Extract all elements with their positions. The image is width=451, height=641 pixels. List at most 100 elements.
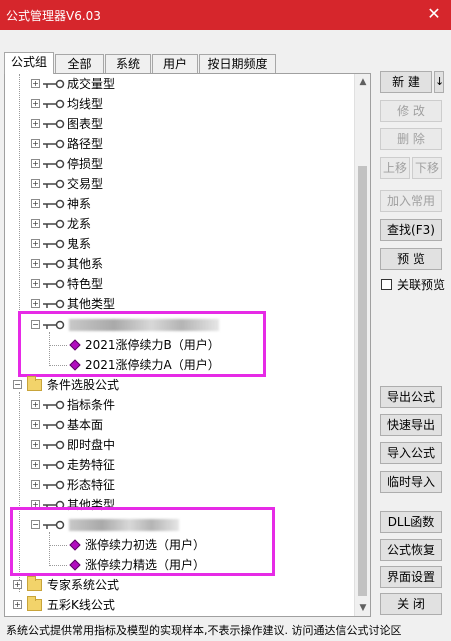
- import-formula-button[interactable]: 导入公式: [380, 442, 442, 464]
- status-bar: 系统公式提供常用指标及模型的实现样本,不表示操作建议. 访问通达信公式讨论区: [6, 624, 402, 637]
- tree-item-label: 特色型: [67, 277, 104, 291]
- move-up-button[interactable]: 上移: [380, 157, 410, 179]
- move-down-button[interactable]: 下移: [412, 157, 442, 179]
- key-icon: [43, 219, 65, 229]
- expand-icon[interactable]: +: [31, 239, 40, 248]
- new-button[interactable]: 新 建: [380, 71, 432, 93]
- title-bar: 公式管理器V6.03 ✕: [0, 0, 451, 30]
- key-icon: [43, 480, 65, 490]
- tree-item-label: 均线型: [67, 97, 104, 111]
- tree-item-label: 成交量型: [67, 77, 116, 91]
- expand-icon[interactable]: +: [31, 79, 40, 88]
- tree-item-label: 交易型: [67, 177, 104, 191]
- tree-item[interactable]: + 图表型: [5, 114, 357, 134]
- folder-icon: [27, 596, 42, 611]
- tree-item-label: 龙系: [67, 217, 92, 231]
- expand-icon[interactable]: +: [31, 159, 40, 168]
- vertical-scrollbar[interactable]: ▲ ▼: [354, 74, 370, 616]
- tree-item-label: 神系: [67, 197, 92, 211]
- scroll-thumb[interactable]: [358, 166, 367, 596]
- key-icon: [43, 420, 65, 430]
- restore-formula-button[interactable]: 公式恢复: [380, 539, 442, 561]
- tree-item[interactable]: + 走势特征: [5, 455, 357, 475]
- new-dropdown-arrow[interactable]: ↓: [434, 71, 444, 93]
- tab-formula-group[interactable]: 公式组: [4, 52, 54, 74]
- tree-item[interactable]: + 成交量型: [5, 74, 357, 94]
- expand-icon[interactable]: +: [31, 259, 40, 268]
- folder-icon: [27, 576, 42, 591]
- expand-icon[interactable]: +: [13, 600, 22, 609]
- highlight-box: [18, 311, 266, 377]
- tree-item-label: 路径型: [67, 137, 104, 151]
- tab-by-date-frequency[interactable]: 按日期频度: [199, 54, 276, 74]
- collapse-icon[interactable]: −: [13, 380, 22, 389]
- expand-icon[interactable]: +: [31, 99, 40, 108]
- expand-icon[interactable]: +: [31, 440, 40, 449]
- expand-icon[interactable]: +: [31, 119, 40, 128]
- checkbox-label: 关联预览: [397, 278, 446, 292]
- modify-button[interactable]: 修 改: [380, 100, 442, 122]
- tree-item[interactable]: + 即时盘中: [5, 435, 357, 455]
- tree-item[interactable]: + 形态特征: [5, 475, 357, 495]
- tree-item-label: 基本面: [67, 418, 104, 432]
- expand-icon[interactable]: +: [31, 219, 40, 228]
- expand-icon[interactable]: +: [31, 400, 40, 409]
- expand-icon[interactable]: +: [31, 460, 40, 469]
- key-icon: [43, 460, 65, 470]
- tree-item[interactable]: + 特色型: [5, 274, 357, 294]
- quick-export-button[interactable]: 快速导出: [380, 414, 442, 436]
- expand-icon[interactable]: +: [31, 299, 40, 308]
- expand-icon[interactable]: +: [31, 199, 40, 208]
- tree-item[interactable]: + 基本面: [5, 415, 357, 435]
- scroll-up-icon[interactable]: ▲: [355, 74, 370, 90]
- tree-item-label: 图表型: [67, 117, 104, 131]
- key-icon: [43, 79, 65, 89]
- tree-item[interactable]: + 鬼系: [5, 234, 357, 254]
- tree-item[interactable]: + 龙系: [5, 214, 357, 234]
- interface-settings-button[interactable]: 界面设置: [380, 566, 442, 588]
- expand-icon[interactable]: +: [31, 279, 40, 288]
- add-common-button[interactable]: 加入常用: [380, 190, 442, 212]
- tree-item[interactable]: + 其他系: [5, 254, 357, 274]
- formula-tree[interactable]: + 成交量型 + 均线型 + 图表型 + 路径型 + 停损型 + 交易型 + 神…: [4, 73, 371, 617]
- delete-button[interactable]: 删 除: [380, 128, 442, 150]
- key-icon: [43, 440, 65, 450]
- scroll-down-icon[interactable]: ▼: [355, 600, 370, 616]
- tree-item[interactable]: + 神系: [5, 194, 357, 214]
- close-icon[interactable]: ✕: [423, 4, 445, 26]
- tree-item[interactable]: + 指标条件: [5, 395, 357, 415]
- window-title: 公式管理器V6.03: [6, 9, 101, 23]
- expand-icon[interactable]: +: [31, 179, 40, 188]
- tree-item-label: 其他系: [67, 257, 104, 271]
- key-icon: [43, 279, 65, 289]
- tab-all[interactable]: 全部: [55, 54, 104, 74]
- key-icon: [43, 400, 65, 410]
- find-button[interactable]: 查找(F3): [380, 219, 442, 241]
- tree-item-label: 形态特征: [67, 478, 116, 492]
- expand-icon[interactable]: +: [13, 580, 22, 589]
- tree-group-node[interactable]: + 专家系统公式: [5, 575, 357, 595]
- tree-item[interactable]: + 交易型: [5, 174, 357, 194]
- dll-function-button[interactable]: DLL函数: [380, 511, 442, 533]
- checkbox-box[interactable]: [381, 279, 392, 290]
- tree-item[interactable]: + 路径型: [5, 134, 357, 154]
- tree-item[interactable]: + 均线型: [5, 94, 357, 114]
- expand-icon[interactable]: +: [31, 139, 40, 148]
- tree-group-label: 条件选股公式: [47, 378, 120, 392]
- tree-group-node[interactable]: − 条件选股公式: [5, 375, 357, 395]
- export-formula-button[interactable]: 导出公式: [380, 386, 442, 408]
- expand-icon[interactable]: +: [31, 420, 40, 429]
- key-icon: [43, 139, 65, 149]
- folder-icon: [27, 376, 42, 391]
- close-button[interactable]: 关 闭: [380, 593, 442, 615]
- key-icon: [43, 259, 65, 269]
- tree-item[interactable]: + 停损型: [5, 154, 357, 174]
- key-icon: [43, 179, 65, 189]
- tab-user[interactable]: 用户: [152, 54, 198, 74]
- preview-button[interactable]: 预 览: [380, 248, 442, 270]
- expand-icon[interactable]: +: [31, 480, 40, 489]
- tree-group-node[interactable]: + 五彩K线公式: [5, 595, 357, 615]
- tab-system[interactable]: 系统: [105, 54, 151, 74]
- temp-import-button[interactable]: 临时导入: [380, 471, 442, 493]
- tree-group-label: 专家系统公式: [47, 578, 120, 592]
